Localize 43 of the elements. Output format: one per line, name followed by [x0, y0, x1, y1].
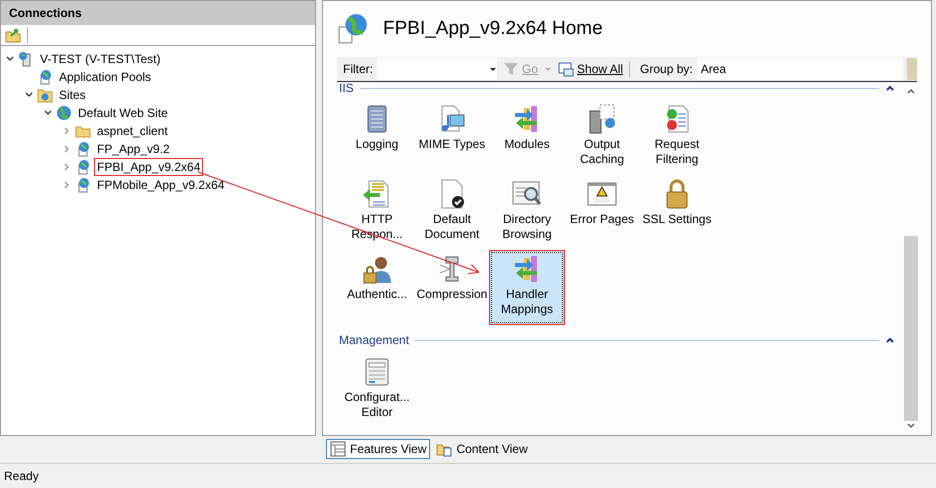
- feature-item[interactable]: Configurat... Editor: [339, 353, 415, 428]
- feature-item[interactable]: MIME Types: [414, 100, 490, 175]
- connect-folder-icon[interactable]: [5, 27, 21, 43]
- view-tab[interactable]: Features View: [326, 439, 430, 459]
- page-title: FPBI_App_v9.2x64 Home: [383, 18, 603, 40]
- feature-item[interactable]: Logging: [339, 100, 415, 175]
- panel-title: Connections: [1, 1, 315, 25]
- globe-icon: [56, 105, 72, 121]
- feature-item[interactable]: Request Filtering: [639, 100, 715, 175]
- group-header: IIS: [339, 81, 354, 95]
- group-header: Management: [339, 333, 410, 347]
- tree-item[interactable]: aspnet_client: [94, 122, 171, 140]
- group-by-label: Group by:: [639, 62, 693, 76]
- tree-item[interactable]: FPBI_App_v9.2x64: [94, 158, 204, 176]
- group-by-select[interactable]: Area: [696, 58, 903, 80]
- tree-item[interactable]: Default Web Site: [75, 104, 171, 122]
- status-text: Ready: [0, 463, 936, 488]
- tree-item[interactable]: V-TEST (V-TEST\Test): [37, 50, 164, 68]
- feature-item[interactable]: Handler Mappings: [489, 250, 565, 325]
- feature-item[interactable]: Output Caching: [564, 100, 640, 175]
- globe-icon: [37, 87, 53, 103]
- grid-window-icon: [330, 441, 346, 457]
- feature-item[interactable]: SSL Settings: [639, 175, 715, 250]
- feature-item[interactable]: Directory Browsing: [489, 175, 565, 250]
- tree-item[interactable]: FPMobile_App_v9.2x64: [94, 176, 228, 194]
- feature-item[interactable]: Default Document: [414, 175, 490, 250]
- feature-item[interactable]: Authentic...: [339, 250, 415, 325]
- tree-item[interactable]: Application Pools: [56, 68, 154, 86]
- show-all-button[interactable]: Show All: [556, 61, 626, 77]
- collapse-chevron-icon[interactable]: [885, 335, 895, 345]
- filter-label: Filter:: [342, 62, 373, 76]
- view-tab[interactable]: Content View: [432, 439, 532, 459]
- scrollbar-thumb[interactable]: [904, 236, 918, 421]
- window-icon: [558, 61, 574, 77]
- feature-item[interactable]: Compression: [414, 250, 490, 325]
- collapse-chevron-icon[interactable]: [885, 83, 895, 93]
- dropdown-arrow-icon[interactable]: [489, 65, 497, 73]
- feature-item[interactable]: Modules: [489, 100, 565, 175]
- feature-item[interactable]: Error Pages: [564, 175, 640, 250]
- funnel-icon: [503, 61, 519, 77]
- tree-item[interactable]: Sites: [56, 86, 89, 104]
- tree-item[interactable]: FP_App_v9.2: [94, 140, 173, 158]
- filter-input[interactable]: [377, 58, 497, 80]
